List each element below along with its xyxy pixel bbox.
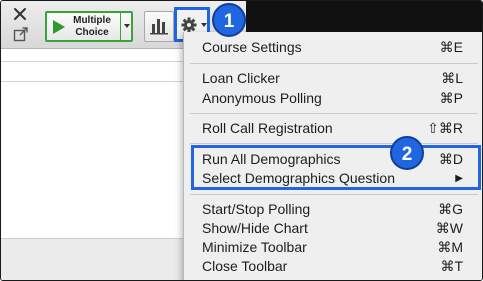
content-divider [1, 61, 183, 62]
menu-item-minimize-toolbar[interactable]: Minimize Toolbar ⌘M [184, 238, 482, 257]
menu-item-start-stop-polling[interactable]: Start/Stop Polling ⌘G [184, 200, 482, 219]
menu-item-shortcut: ⌘W [435, 220, 463, 236]
menu-separator [190, 63, 478, 64]
menu-item-label: Roll Call Registration [202, 120, 333, 136]
multiple-choice-label: Multiple Choice [67, 15, 117, 39]
toolbar-dark-region [246, 1, 482, 32]
demographics-highlight-box [191, 145, 481, 190]
menu-item-label: Close Toolbar [202, 258, 288, 274]
menu-item-shortcut: ⌘T [440, 258, 463, 274]
menu-item-shortcut: ⌘P [439, 90, 463, 106]
menu-item-shortcut: ⌘L [441, 70, 463, 86]
menu-item-show-hide-chart[interactable]: Show/Hide Chart ⌘W [184, 219, 482, 238]
menu-item-label: Anonymous Polling [202, 90, 322, 106]
settings-dropdown-menu: Course Settings ⌘E Loan Clicker ⌘L Anony… [183, 32, 482, 280]
app-window: Multiple Choice Course Settings ⌘E Loan … [0, 0, 483, 281]
play-icon [53, 20, 65, 34]
multiple-choice-button[interactable]: Multiple Choice [45, 11, 133, 42]
bar-chart-icon [150, 19, 168, 35]
menu-item-course-settings[interactable]: Course Settings ⌘E [184, 38, 482, 57]
callout-badge-2: 2 [390, 136, 424, 170]
external-window-icon[interactable] [13, 26, 29, 42]
content-footer-area [1, 238, 183, 280]
menu-separator [190, 113, 478, 114]
menu-item-label: Show/Hide Chart [202, 220, 308, 236]
menu-item-shortcut: ⌘E [439, 39, 463, 55]
show-chart-button[interactable] [144, 11, 174, 42]
menu-item-shortcut: ⌘G [438, 201, 463, 217]
menu-item-label: Start/Stop Polling [202, 201, 311, 217]
button-divider [120, 13, 121, 40]
menu-item-loan-clicker[interactable]: Loan Clicker ⌘L [184, 69, 482, 88]
close-icon[interactable] [13, 7, 27, 21]
poll-label-line1: Multiple [73, 15, 111, 26]
menu-item-anonymous-polling[interactable]: Anonymous Polling ⌘P [184, 89, 482, 108]
menu-item-label: Course Settings [202, 39, 302, 55]
menu-item-roll-call-registration[interactable]: Roll Call Registration ⇧⌘R [184, 119, 482, 138]
menu-item-close-toolbar[interactable]: Close Toolbar ⌘T [184, 257, 482, 276]
menu-item-shortcut: ⇧⌘R [427, 120, 463, 136]
poll-label-line2: Choice [75, 27, 109, 38]
menu-separator [190, 194, 478, 195]
menu-separator [190, 143, 478, 144]
menu-item-label: Loan Clicker [202, 70, 280, 86]
menu-item-label: Minimize Toolbar [202, 239, 307, 255]
content-divider [1, 81, 183, 82]
chevron-down-icon [201, 23, 207, 27]
chevron-down-icon[interactable] [124, 24, 130, 28]
callout-badge-1: 1 [212, 3, 246, 37]
menu-item-shortcut: ⌘M [437, 239, 463, 255]
